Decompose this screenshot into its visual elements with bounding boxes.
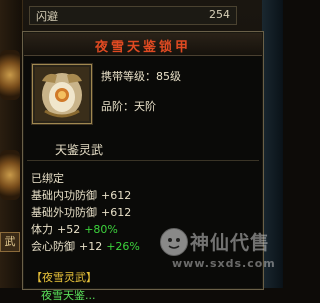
mascot-logo-icon (160, 228, 188, 256)
item-name: 夜雪天鉴锁甲 (94, 40, 191, 55)
stat-bonus-value: +80% (84, 223, 118, 236)
item-subtitle: 天鉴灵武 (55, 143, 104, 157)
watermark-url: www.sxds.com (172, 257, 276, 270)
stat-row: 体力 +52 +80% (31, 221, 118, 237)
dodge-value: 254 (209, 8, 230, 21)
carry-level: 携带等级：85级 (101, 70, 181, 83)
stat-label: 基础内功防御 (31, 189, 97, 202)
divider (27, 160, 259, 161)
stat-row: 基础内功防御 +612 (31, 187, 131, 203)
set-item: 夜雪天鉴... (41, 289, 96, 302)
equipment-slot-icon[interactable] (0, 150, 20, 200)
stat-base-value: +12 (79, 240, 103, 253)
stat-bonus-value: +26% (106, 240, 140, 253)
stat-label: 基础外功防御 (31, 206, 97, 219)
stat-row: 会心防御 +12 +26% (31, 238, 140, 254)
set-title: 【夜雪灵武】 (31, 271, 97, 284)
side-tag[interactable]: 武 (0, 232, 20, 252)
bound-status: 已绑定 (31, 172, 64, 185)
item-grade: 品阶：天阶 (101, 100, 156, 113)
dodge-stat-row: 闪避 254 (29, 6, 237, 25)
stat-base-value: +612 (101, 206, 132, 219)
watermark-text: 神仙代售 (190, 232, 271, 254)
watermark: 神仙代售 www.sxds.com (160, 228, 280, 278)
equipment-slot-icon[interactable] (0, 50, 20, 100)
stat-base-value: +52 (57, 223, 81, 236)
stat-label: 会心防御 (31, 240, 75, 253)
stat-base-value: +612 (101, 189, 132, 202)
stat-label: 体力 (31, 223, 53, 236)
dodge-label: 闪避 (36, 10, 58, 23)
tooltip-title-bar: 夜雪天鉴锁甲 (24, 33, 262, 56)
armor-icon (32, 64, 92, 124)
stat-row: 基础外功防御 +612 (31, 204, 131, 220)
